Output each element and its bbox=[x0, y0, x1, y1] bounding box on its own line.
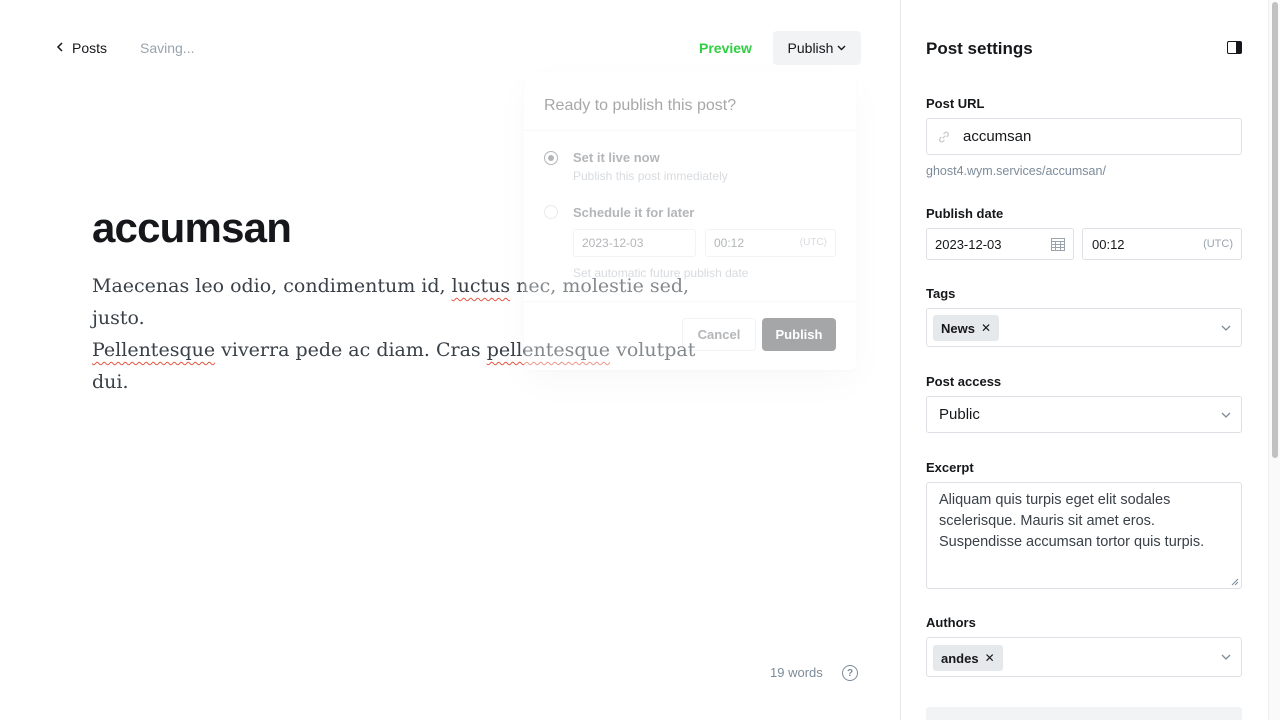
timezone-label: (UTC) bbox=[1203, 238, 1233, 250]
publish-time-value: 00:12 bbox=[1092, 236, 1125, 252]
preview-button[interactable]: Preview bbox=[699, 38, 752, 58]
publish-date-value: 2023-12-03 bbox=[935, 236, 1002, 252]
chevron-down-icon bbox=[1221, 325, 1231, 331]
publish-dropdown-heading: Ready to publish this post? bbox=[524, 73, 856, 131]
word-count: 19 words bbox=[770, 665, 823, 680]
author-token-label: andes bbox=[941, 650, 979, 666]
panel-title: Post settings bbox=[926, 39, 1033, 58]
tags-select[interactable]: News ✕ bbox=[926, 308, 1242, 347]
cancel-button[interactable]: Cancel bbox=[682, 318, 756, 351]
excerpt-value: Aliquam quis turpis eget elit sodales sc… bbox=[939, 492, 1205, 550]
chevron-down-icon bbox=[1221, 412, 1231, 418]
misspelled-word: luctus bbox=[451, 275, 511, 297]
post-access-select[interactable]: Public bbox=[926, 396, 1242, 433]
tag-token-label: News bbox=[941, 320, 975, 336]
author-token: andes ✕ bbox=[933, 645, 1003, 671]
option-title: Schedule it for later bbox=[573, 205, 695, 220]
close-icon[interactable]: ✕ bbox=[985, 651, 995, 665]
excerpt-textarea[interactable]: Aliquam quis turpis eget elit sodales sc… bbox=[926, 482, 1242, 589]
schedule-time-input[interactable]: 00:12 (UTC) bbox=[705, 229, 836, 257]
option-title: Set it live now bbox=[573, 150, 660, 165]
post-access-value: Public bbox=[939, 406, 980, 423]
schedule-date-input[interactable]: 2023-12-03 bbox=[573, 229, 696, 257]
chevron-down-icon bbox=[1221, 654, 1231, 660]
post-url-value: accumsan bbox=[963, 128, 1032, 145]
publish-menu-button[interactable]: Publish bbox=[773, 31, 861, 65]
post-settings-panel: Post settings Post URL accumsan ghost4.w… bbox=[900, 0, 1280, 720]
authors-label: Authors bbox=[926, 615, 976, 630]
schedule-date-value: 2023-12-03 bbox=[582, 236, 644, 250]
resize-grip-icon[interactable] bbox=[1231, 578, 1239, 586]
schedule-time-value: 00:12 bbox=[714, 236, 745, 250]
misspelled-word: Pellentesque bbox=[92, 339, 216, 361]
post-url-field[interactable]: accumsan bbox=[926, 118, 1242, 155]
option-description: Set automatic future publish date bbox=[573, 266, 749, 280]
tag-token: News ✕ bbox=[933, 315, 1000, 341]
publish-date-label: Publish date bbox=[926, 206, 1004, 221]
back-to-posts-link[interactable]: Posts bbox=[56, 38, 107, 58]
panel-next-section bbox=[926, 707, 1242, 720]
radio-unselected[interactable] bbox=[544, 205, 558, 219]
confirm-publish-button[interactable]: Publish bbox=[762, 318, 836, 351]
post-access-label: Post access bbox=[926, 374, 1002, 389]
sidebar-toggle-icon[interactable] bbox=[1227, 41, 1242, 54]
panel-scrollbar[interactable] bbox=[1268, 0, 1280, 720]
excerpt-label: Excerpt bbox=[926, 460, 974, 475]
back-label: Posts bbox=[72, 40, 108, 56]
publish-menu-label: Publish bbox=[787, 40, 834, 56]
tags-label: Tags bbox=[926, 286, 956, 301]
chevron-left-icon bbox=[56, 38, 64, 58]
editor-area: Posts Saving... Preview Publish accumsan… bbox=[0, 0, 900, 720]
publish-date-input[interactable]: 2023-12-03 bbox=[926, 228, 1074, 260]
schedule-tz: (UTC) bbox=[799, 237, 827, 248]
body-text: viverra pede ac diam. Cras bbox=[215, 339, 487, 361]
chevron-down-icon bbox=[837, 45, 846, 51]
body-text: Maecenas leo odio, condimentum id, bbox=[92, 275, 452, 297]
option-description: Publish this post immediately bbox=[573, 169, 728, 183]
scrollbar-thumb[interactable] bbox=[1272, 2, 1278, 458]
help-icon[interactable]: ? bbox=[842, 665, 858, 681]
publish-dropdown: Ready to publish this post? Set it live … bbox=[524, 73, 856, 370]
link-icon bbox=[939, 131, 949, 142]
publish-dropdown-footer: Cancel Publish bbox=[524, 301, 856, 370]
radio-selected[interactable] bbox=[544, 151, 558, 165]
close-icon[interactable]: ✕ bbox=[981, 321, 991, 335]
publish-time-input[interactable]: 00:12 (UTC) bbox=[1082, 228, 1242, 260]
post-title[interactable]: accumsan bbox=[92, 202, 292, 254]
post-url-preview: ghost4.wym.services/accumsan/ bbox=[926, 164, 1106, 178]
post-url-label: Post URL bbox=[926, 96, 985, 111]
save-status: Saving... bbox=[140, 40, 195, 56]
authors-select[interactable]: andes ✕ bbox=[926, 637, 1242, 677]
calendar-icon bbox=[1051, 238, 1065, 251]
